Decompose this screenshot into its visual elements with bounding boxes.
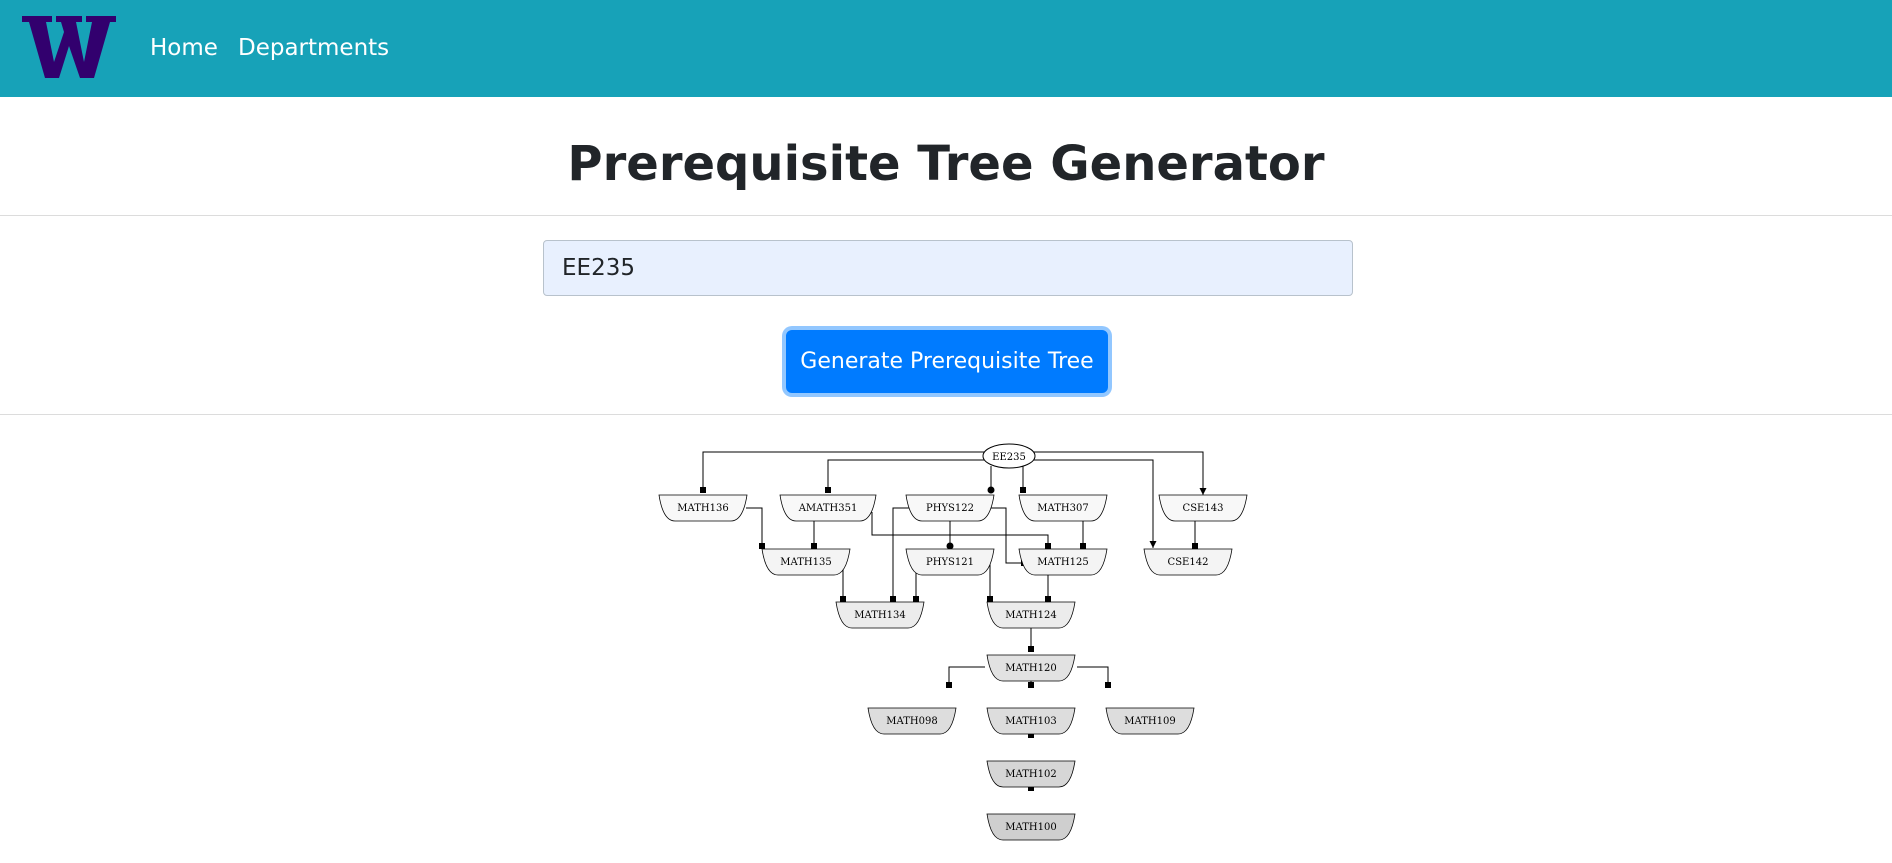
tree-node-label: AMATH351 — [798, 503, 858, 514]
tree-node-label: MATH124 — [1005, 610, 1056, 621]
divider — [0, 215, 1892, 216]
tree-node: MATH120 — [986, 654, 1076, 682]
tree-node-label: MATH102 — [1005, 769, 1056, 780]
tree-node: MATH125 — [1018, 548, 1108, 576]
tree-node: MATH103 — [986, 707, 1076, 735]
edge-markers — [700, 486, 1198, 791]
tree-node: CSE143 — [1158, 494, 1248, 522]
tree-node: MATH109 — [1105, 707, 1195, 735]
prerequisite-tree-graph: EE235 MATH136 AMATH351 PHYS122 MATH307 CSE14… — [658, 443, 1248, 841]
tree-node: MATH136 — [658, 494, 748, 522]
tree-node: CSE142 — [1143, 548, 1233, 576]
uw-logo[interactable] — [22, 14, 116, 80]
tree-node: MATH098 — [867, 707, 957, 735]
edge-ee235-cse143 — [1033, 451, 1207, 495]
tree-node: PHYS122 — [905, 494, 995, 522]
tree-node: MATH124 — [986, 601, 1076, 629]
edge-math120-math109 — [1077, 666, 1109, 682]
page-title: Prerequisite Tree Generator — [567, 136, 1325, 192]
tree-node-label: MATH307 — [1037, 503, 1088, 514]
edge-math136-math135 — [746, 507, 763, 543]
uw-logo-mark — [22, 16, 116, 78]
edge-ee235-math136 — [702, 451, 985, 487]
tree-node: MATH102 — [986, 760, 1076, 788]
edge-math120-math098 — [948, 666, 985, 682]
tree-node: AMATH351 — [779, 494, 877, 522]
tree-node-label: PHYS121 — [926, 557, 974, 568]
navbar: Home Departments — [0, 0, 1892, 97]
tree-node-label: MATH098 — [886, 716, 937, 727]
tree-node-label: EE235 — [992, 452, 1026, 463]
tree-node: MATH134 — [835, 601, 925, 629]
nav-departments-link[interactable]: Departments — [238, 33, 389, 63]
tree-node: PHYS121 — [905, 548, 995, 576]
tree-node-label: MATH109 — [1124, 716, 1175, 727]
generate-tree-button[interactable]: Generate Prerequisite Tree — [786, 330, 1108, 393]
tree-node: EE235 — [982, 443, 1036, 469]
tree-node: MATH100 — [986, 813, 1076, 841]
tree-node-label: MATH100 — [1005, 822, 1056, 833]
tree-node-label: MATH134 — [854, 610, 905, 621]
divider — [0, 414, 1892, 415]
nav-home-link[interactable]: Home — [150, 33, 218, 63]
tree-node-label: CSE142 — [1168, 557, 1209, 568]
tree-node-label: MATH120 — [1005, 663, 1056, 674]
edge-ee235-amath351 — [827, 459, 985, 487]
tree-node-label: PHYS122 — [926, 503, 974, 514]
course-input[interactable] — [543, 240, 1353, 296]
tree-node: MATH307 — [1018, 494, 1108, 522]
tree-node-label: MATH136 — [677, 503, 728, 514]
tree-node-label: MATH125 — [1037, 557, 1088, 568]
tree-node: MATH135 — [761, 548, 851, 576]
tree-node-label: CSE143 — [1183, 503, 1224, 514]
tree-node-label: MATH135 — [780, 557, 831, 568]
tree-node-label: MATH103 — [1005, 716, 1056, 727]
